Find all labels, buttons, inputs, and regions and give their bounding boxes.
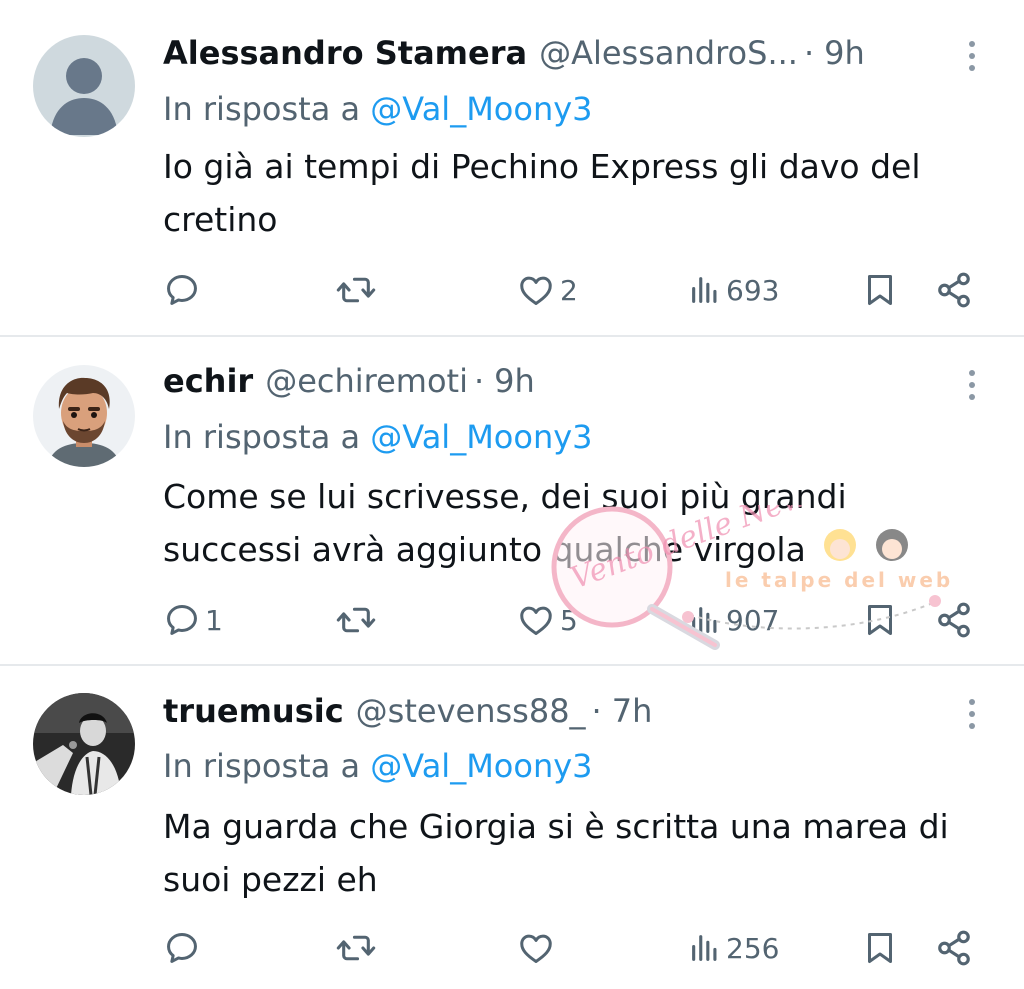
retweet-button[interactable] (336, 268, 380, 312)
share-button[interactable] (935, 926, 973, 970)
heart-icon (520, 606, 552, 635)
tweet-time[interactable]: 7h (612, 692, 653, 730)
reply-mention-link[interactable]: @Val_Moony3 (370, 418, 592, 456)
reply-context: In risposta a @Val_Moony3 (163, 744, 593, 788)
like-button[interactable]: 5 (516, 598, 578, 642)
bw-singer-photo-avatar[interactable] (33, 693, 135, 795)
reply-button[interactable] (163, 268, 205, 312)
views-button[interactable]: 693 (688, 268, 779, 312)
tweet-time[interactable]: 9h (494, 362, 535, 400)
reply-context: In risposta a @Val_Moony3 (163, 415, 593, 459)
views-icon (692, 935, 717, 961)
views-count: 256 (726, 931, 780, 965)
like-count: 2 (560, 273, 578, 307)
like-button[interactable]: 2 (516, 268, 578, 312)
reply-prefix: In risposta a (163, 747, 361, 785)
author-name[interactable]: truemusic (163, 692, 344, 730)
bookmark-button[interactable] (862, 926, 898, 970)
tweet-divider (0, 335, 1024, 337)
reply-mention-link[interactable]: @Val_Moony3 (370, 90, 592, 128)
heart-icon (520, 276, 552, 305)
retweet-button[interactable] (336, 598, 380, 642)
reply-prefix: In risposta a (163, 90, 361, 128)
more-vertical-icon[interactable] (960, 692, 984, 736)
like-count: 5 (560, 603, 578, 637)
reply-icon (167, 933, 197, 963)
default-avatar-icon[interactable] (33, 35, 135, 137)
bookmark-icon (868, 605, 892, 635)
views-button[interactable]: 907 (688, 598, 779, 642)
bookmark-icon (868, 275, 892, 305)
tweet-text: Come se lui scrivesse, dei suoi più gran… (163, 470, 993, 576)
tweet-text-line: cretino (163, 200, 278, 239)
share-icon (938, 602, 970, 638)
author-name[interactable]: Alessandro Stamera (163, 34, 527, 72)
author-handle[interactable]: @echiremoti (265, 362, 468, 400)
tweet-text-line: Come se lui scrivesse, dei suoi più gran… (163, 477, 847, 516)
tweet-divider (0, 664, 1024, 666)
views-count: 693 (726, 273, 780, 307)
author-handle[interactable]: @AlessandroS... (539, 34, 798, 72)
cartoon-man-avatar[interactable] (33, 365, 135, 467)
bookmark-button[interactable] (862, 268, 898, 312)
reply-button[interactable]: 1 (163, 598, 223, 642)
separator-dot: · (473, 362, 485, 400)
separator-dot: · (591, 692, 602, 730)
retweet-button[interactable] (336, 926, 380, 970)
reply-count: 1 (205, 603, 223, 637)
reply-button[interactable] (163, 926, 205, 970)
reply-prefix: In risposta a (163, 418, 361, 456)
share-icon (938, 272, 970, 308)
retweet-icon (336, 277, 376, 303)
bookmark-button[interactable] (862, 598, 898, 642)
share-button[interactable] (935, 598, 973, 642)
heart-icon (520, 934, 552, 963)
more-vertical-icon[interactable] (960, 363, 984, 407)
share-icon (938, 930, 970, 966)
reply-mention-link[interactable]: @Val_Moony3 (370, 747, 592, 785)
bookmark-icon (868, 933, 892, 963)
views-icon (692, 607, 717, 633)
separator-dot: · (803, 34, 815, 72)
like-button[interactable] (516, 926, 560, 970)
author-name[interactable]: echir (163, 362, 253, 400)
tweet-time[interactable]: 9h (824, 34, 865, 72)
tweet-text-line: suoi pezzi eh (163, 860, 378, 899)
tweet-text-line: Io già ai tempi di Pechino Express gli d… (163, 147, 921, 186)
tweet-text: Io già ai tempi di Pechino Express gli d… (163, 140, 993, 246)
more-vertical-icon[interactable] (960, 34, 984, 78)
views-icon (692, 277, 717, 303)
author-handle[interactable]: @stevenss88_ (356, 692, 586, 730)
tweet-text-line: successi avrà aggiunto qualche virgola (163, 530, 806, 569)
reply-context: In risposta a @Val_Moony3 (163, 87, 593, 131)
share-button[interactable] (935, 268, 973, 312)
retweet-icon (336, 935, 376, 961)
views-button[interactable]: 256 (688, 926, 779, 970)
reply-icon (167, 605, 197, 635)
retweet-icon (336, 607, 376, 633)
reply-icon (167, 275, 197, 305)
tweet-text: Ma guarda che Giorgia si è scritta una m… (163, 800, 993, 906)
tweet-text-line: Ma guarda che Giorgia si è scritta una m… (163, 807, 949, 846)
views-count: 907 (726, 603, 780, 637)
